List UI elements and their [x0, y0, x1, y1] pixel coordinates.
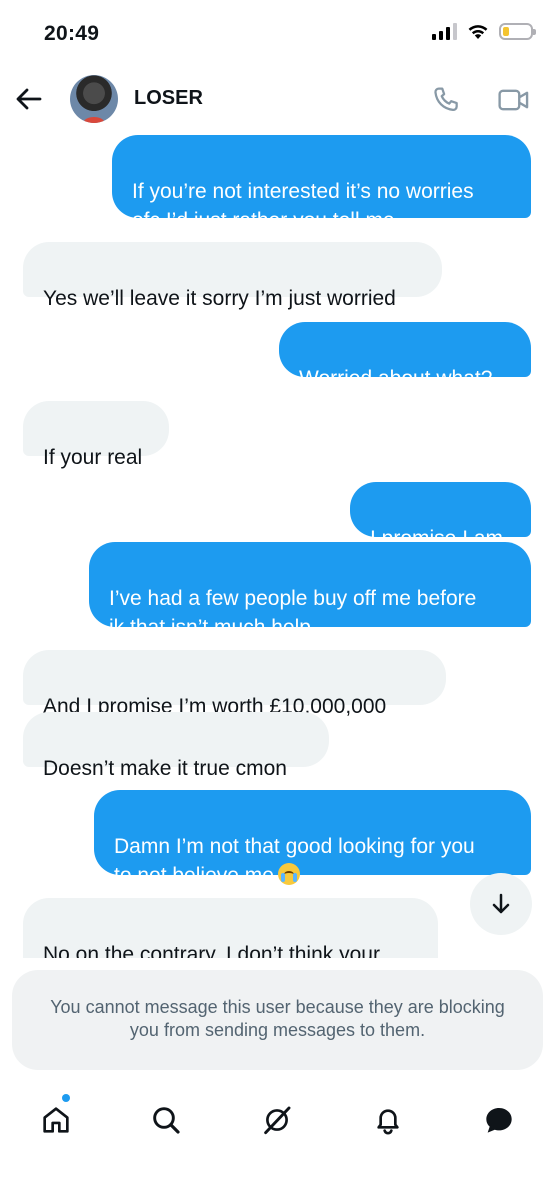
arrow-down-icon [492, 893, 510, 914]
bell-icon [377, 1109, 399, 1135]
home-indicator [138, 1178, 418, 1184]
search-icon [153, 1107, 180, 1134]
message-bubble-received[interactable]: If your real [23, 401, 169, 469]
message-text: If your real [43, 446, 143, 469]
message-bubble-sent[interactable]: I promise I am [350, 482, 531, 550]
message-bubble-received[interactable]: Doesn’t make it true cmon [23, 712, 329, 780]
video-call-button[interactable] [497, 84, 529, 116]
contact-avatar[interactable] [70, 75, 118, 123]
nav-home[interactable] [32, 1096, 80, 1144]
status-icons [432, 22, 536, 40]
message-text: Worried about what? [299, 367, 493, 390]
nav-search[interactable] [142, 1096, 190, 1144]
message-text: Doesn’t make it true cmon [43, 757, 287, 780]
scroll-to-bottom-button[interactable] [470, 873, 532, 935]
battery-icon [499, 22, 536, 40]
contact-name[interactable]: LOSER [134, 87, 203, 110]
blocked-notice: You cannot message this user because the… [12, 970, 543, 1070]
message-thread[interactable]: If you’re not interested it’s no worries… [0, 132, 555, 958]
conversation-header: LOSER [0, 66, 555, 132]
phone-icon [434, 87, 458, 112]
home-notification-dot [62, 1094, 70, 1102]
wifi-icon [468, 24, 488, 39]
message-bubble-sent[interactable]: Damn I’m not that good looking for you t… [94, 790, 531, 887]
bottom-nav [0, 1090, 555, 1150]
message-text: I’ve had a few people buy off me before … [109, 587, 477, 639]
arrow-left-icon [16, 88, 42, 110]
video-camera-icon [498, 89, 529, 111]
home-icon [43, 1107, 69, 1133]
message-bubble-received[interactable]: And I promise I’m worth £10,000,000 [23, 650, 446, 718]
status-bar: 20:49 [0, 0, 555, 66]
messages-icon [486, 1108, 512, 1133]
message-text: Yes we’ll leave it sorry I’m just worrie… [43, 287, 396, 310]
message-bubble-received[interactable]: No on the contrary, I don’t think your n… [23, 898, 438, 958]
message-bubble-sent[interactable]: If you’re not interested it’s no worries… [112, 135, 531, 232]
status-time: 20:49 [44, 22, 100, 45]
message-text: No on the contrary, I don’t think your n… [43, 943, 380, 958]
nav-notifications[interactable] [364, 1096, 412, 1144]
message-bubble-sent[interactable]: I’ve had a few people buy off me before … [89, 542, 531, 639]
cellular-signal-icon [432, 22, 457, 40]
message-text: If you’re not interested it’s no worries… [132, 180, 474, 232]
loudly-crying-face-icon [277, 863, 300, 885]
call-button[interactable] [430, 84, 462, 116]
nav-messages[interactable] [475, 1096, 523, 1144]
message-bubble-received[interactable]: Yes we’ll leave it sorry I’m just worrie… [23, 242, 442, 310]
nav-grok[interactable] [253, 1096, 301, 1144]
message-bubble-sent[interactable]: Worried about what? [279, 322, 531, 390]
back-button[interactable] [14, 84, 44, 114]
grok-icon [264, 1106, 291, 1135]
